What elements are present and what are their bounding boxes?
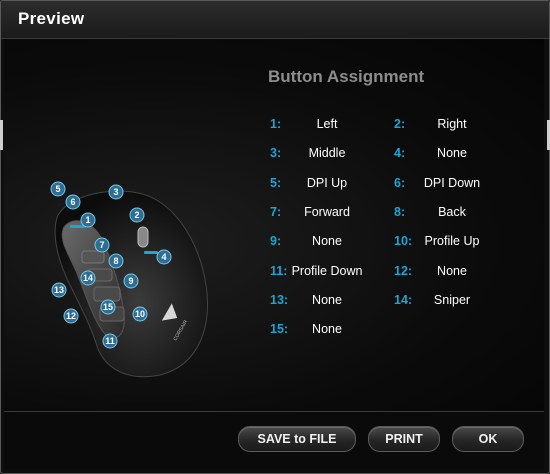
callout-badge: 1 — [80, 212, 96, 228]
assignment-value: Sniper — [433, 293, 471, 307]
callout-badge: 6 — [65, 194, 81, 210]
callout-badge: 10 — [132, 306, 148, 322]
assignment-value: DPI Down — [423, 176, 481, 190]
assignment-value: Forward — [304, 205, 350, 219]
svg-text:5: 5 — [55, 184, 60, 194]
svg-text:14: 14 — [83, 273, 93, 283]
save-to-file-button[interactable]: SAVE to FILE — [238, 426, 356, 452]
svg-text:15: 15 — [103, 302, 113, 312]
dialog-title: Preview — [18, 9, 85, 28]
svg-text:13: 13 — [54, 285, 64, 295]
svg-text:4: 4 — [161, 252, 166, 262]
assignment-value: None — [312, 322, 342, 336]
assignment-value: Profile Up — [424, 234, 480, 248]
button-assignment-heading: Button Assignment — [268, 67, 425, 86]
callout-badge: 5 — [50, 181, 66, 197]
callout-badge: 2 — [129, 207, 145, 223]
assignment-value: Middle — [308, 146, 346, 160]
assignment-value: None — [312, 293, 342, 307]
callout-badge: 7 — [94, 237, 110, 253]
assignment-value: None — [312, 234, 342, 248]
callout-badge: 3 — [108, 184, 124, 200]
assignment-value: Profile Down — [291, 264, 363, 278]
callout-badge: 15 — [100, 299, 116, 315]
callout-badge: 14 — [80, 270, 96, 286]
ok-button[interactable]: OK — [452, 426, 524, 452]
assignment-value: Right — [437, 117, 467, 131]
svg-text:6: 6 — [70, 197, 75, 207]
callout-badge: 9 — [123, 273, 139, 289]
mouse-illustration: CORSAIR 5 6 3 2 1 4 7 8 9 14 13 15 12 10… — [50, 181, 208, 378]
assignment-value: None — [437, 146, 467, 160]
svg-text:1: 1 — [85, 215, 90, 225]
assignment-value: Back — [438, 205, 466, 219]
assignment-value: None — [437, 264, 467, 278]
svg-text:8: 8 — [113, 256, 118, 266]
callout-badge: 12 — [63, 308, 79, 324]
title-bar[interactable]: Preview — [1, 1, 549, 39]
svg-text:2: 2 — [134, 210, 139, 220]
svg-text:3: 3 — [113, 187, 118, 197]
svg-text:10: 10 — [135, 309, 145, 319]
callout-badge: 13 — [51, 282, 67, 298]
callout-badge: 4 — [156, 249, 172, 265]
svg-text:11: 11 — [105, 336, 115, 346]
callout-badge: 8 — [108, 253, 124, 269]
svg-text:12: 12 — [66, 311, 76, 321]
assignment-value: DPI Up — [306, 176, 348, 190]
callout-badge: 11 — [102, 333, 118, 349]
assignment-value: Left — [316, 117, 338, 131]
print-button[interactable]: PRINT — [368, 426, 440, 452]
background-edge — [0, 120, 3, 150]
svg-text:7: 7 — [99, 240, 104, 250]
svg-text:9: 9 — [128, 276, 133, 286]
